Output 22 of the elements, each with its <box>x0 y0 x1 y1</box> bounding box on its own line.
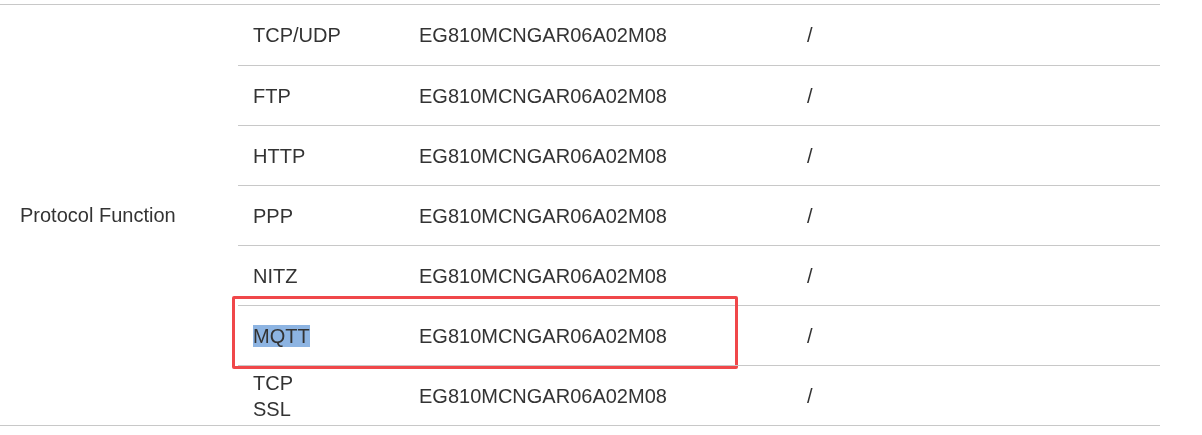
version-cell: EG810MCNGAR06A02M08 <box>419 204 667 227</box>
note-cell: / <box>807 384 813 407</box>
note-cell: / <box>807 144 813 167</box>
version-cell: EG810MCNGAR06A02M08 <box>419 324 667 347</box>
feature-cell: FTP <box>253 84 291 107</box>
feature-cell: HTTP <box>253 144 306 167</box>
version-cell: EG810MCNGAR06A02M08 <box>419 24 667 46</box>
feature-cell: TCP SSL <box>253 371 293 420</box>
version-cell: EG810MCNGAR06A02M08 <box>419 384 667 407</box>
note-cell: / <box>807 204 813 227</box>
group-label: Protocol Function <box>20 203 176 228</box>
note-cell: / <box>807 264 813 287</box>
feature-cell: MQTT <box>253 324 310 347</box>
note-cell: / <box>807 24 813 46</box>
version-cell: EG810MCNGAR06A02M08 <box>419 264 667 287</box>
version-cell: EG810MCNGAR06A02M08 <box>419 144 667 167</box>
note-cell: / <box>807 324 813 347</box>
feature-cell: NITZ <box>253 264 298 287</box>
version-cell: EG810MCNGAR06A02M08 <box>419 84 667 107</box>
feature-cell: PPP <box>253 204 294 227</box>
feature-cell: TCP/UDP <box>253 24 341 46</box>
note-cell: / <box>807 84 813 107</box>
